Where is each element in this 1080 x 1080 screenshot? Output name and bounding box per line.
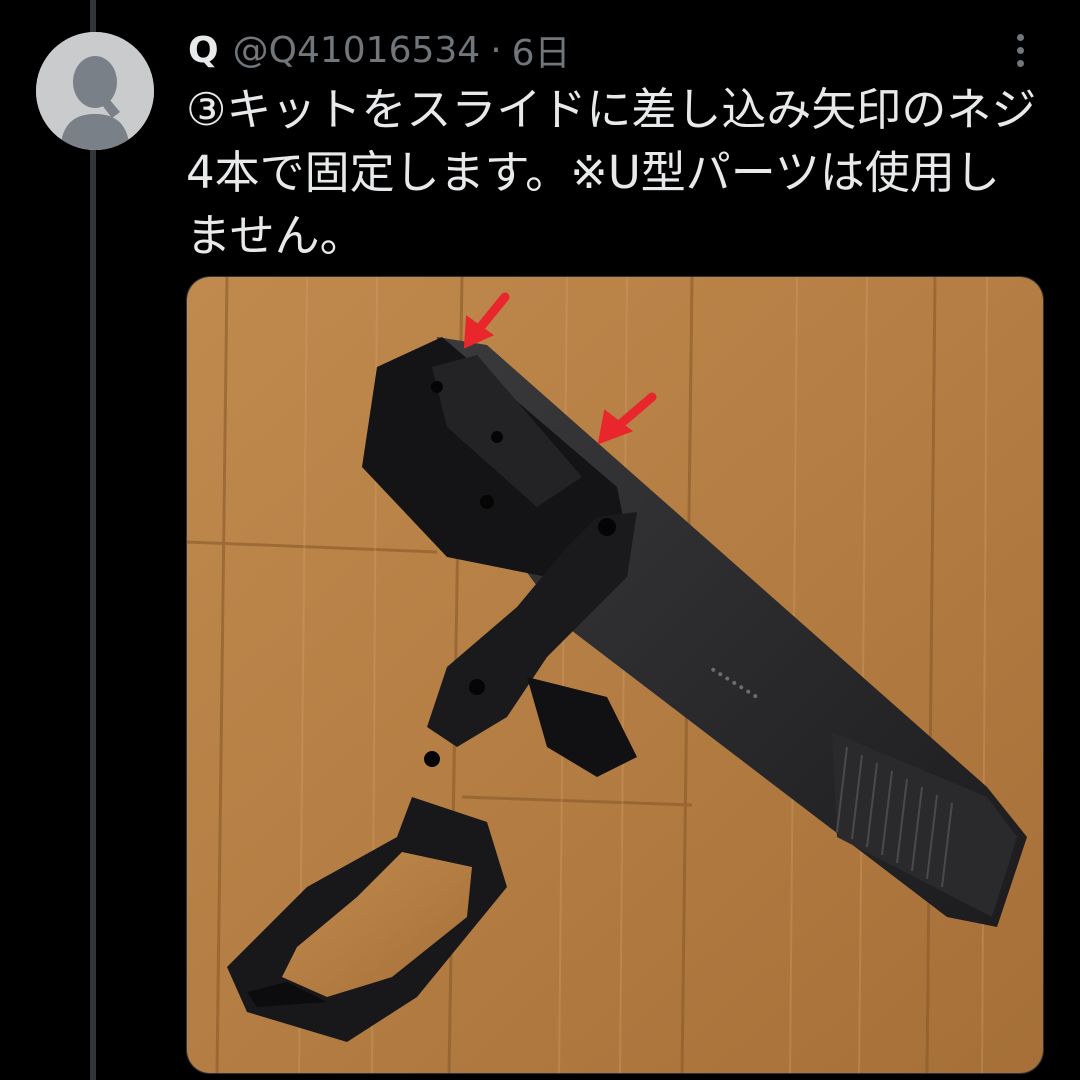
tweet-timestamp[interactable]: 6日 bbox=[512, 24, 571, 76]
tweet-header: Q @Q41016534 · 6日 bbox=[188, 22, 571, 78]
tweet-photo[interactable]: ••••••• bbox=[186, 276, 1044, 1074]
thread-line bbox=[90, 0, 96, 1080]
author-name[interactable]: Q bbox=[188, 30, 219, 71]
meta-separator: · bbox=[490, 29, 502, 71]
tweet-text: ③キットをスライドに差し込み矢印のネジ 4本で固定します。※U型パーツは使用し … bbox=[186, 83, 1037, 262]
more-options-icon[interactable] bbox=[1000, 30, 1040, 70]
default-profile-icon bbox=[36, 32, 154, 150]
more-dot bbox=[1016, 33, 1024, 41]
more-dot bbox=[1016, 46, 1024, 54]
photo-image: ••••••• bbox=[187, 277, 1043, 1073]
more-dot bbox=[1016, 59, 1024, 67]
author-handle[interactable]: @Q41016534 bbox=[233, 30, 481, 71]
avatar[interactable] bbox=[36, 32, 154, 150]
